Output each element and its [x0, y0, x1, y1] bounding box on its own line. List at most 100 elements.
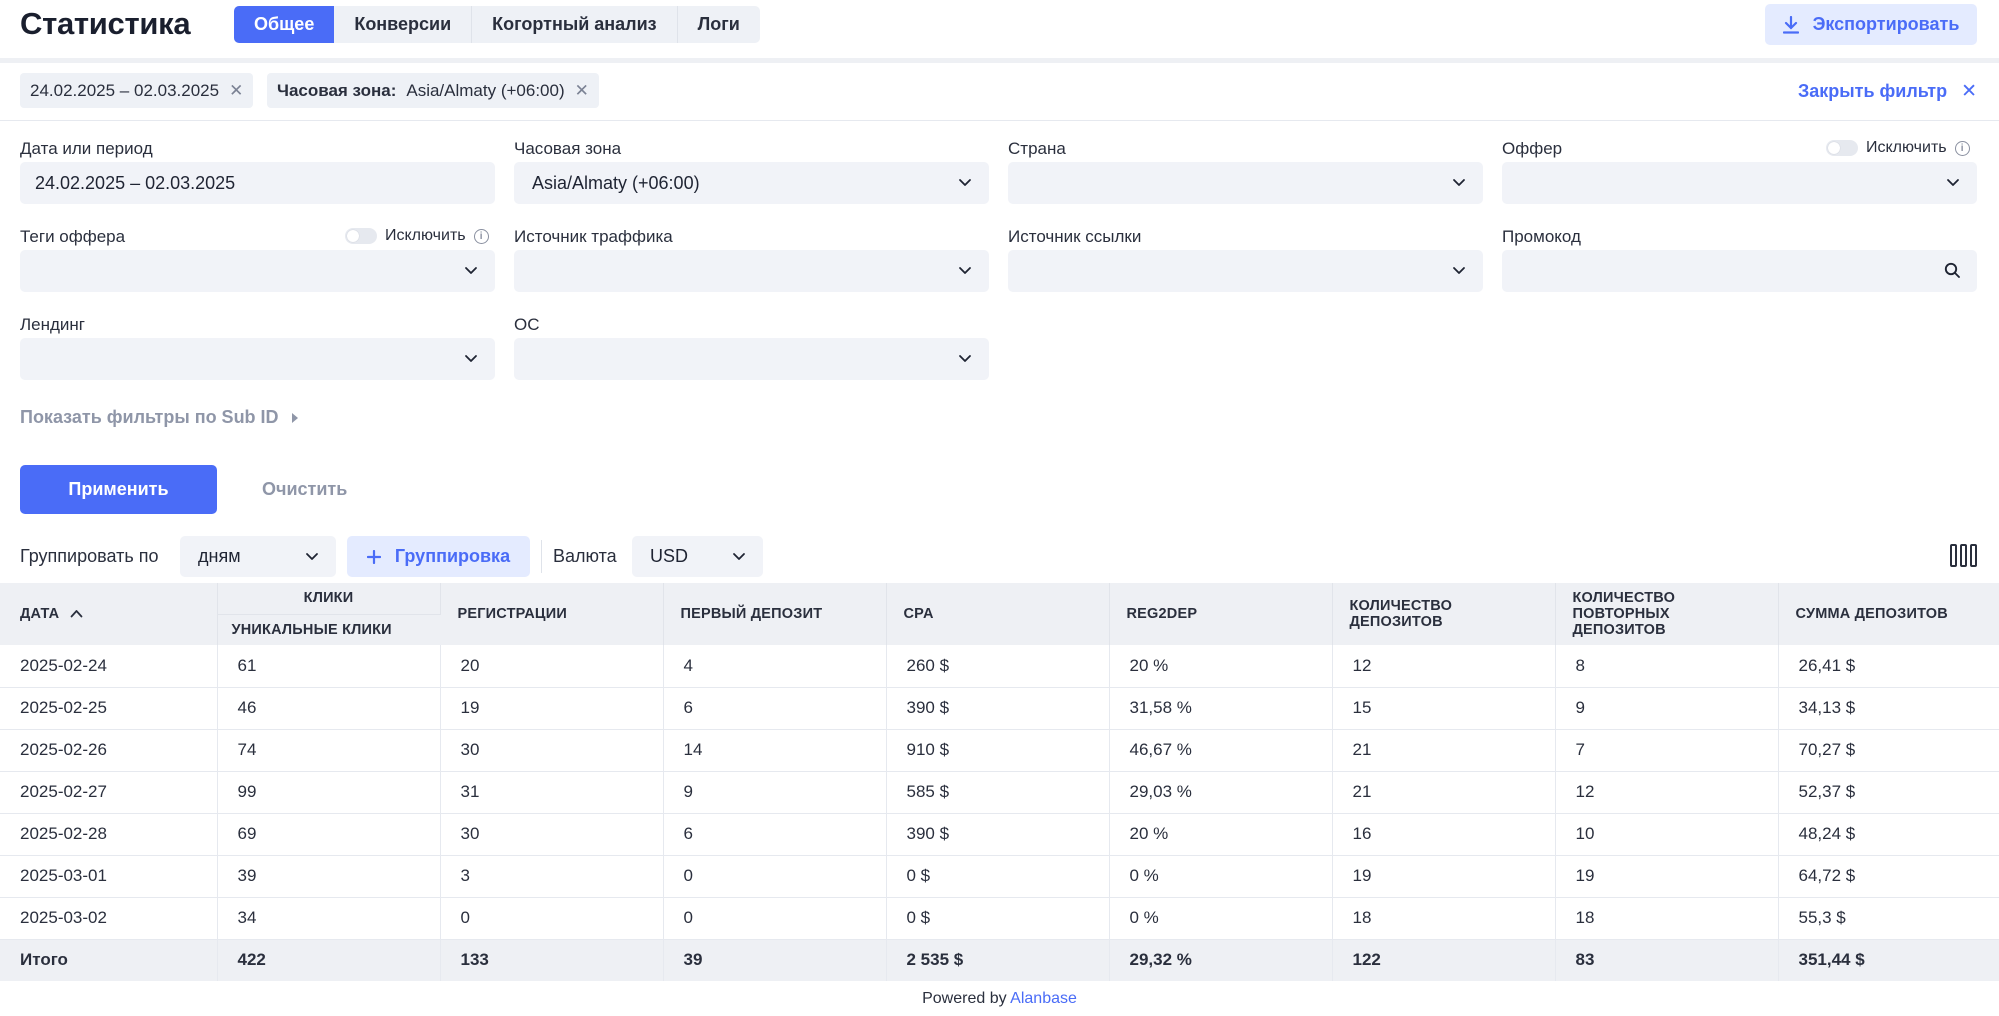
exclude-label: Исключить [385, 227, 466, 244]
column-header-reg2dep[interactable]: REG2DEP [1109, 583, 1333, 645]
timezone-select[interactable]: Asia/Almaty (+06:00) [514, 162, 989, 204]
table-cell: 260 $ [886, 645, 1110, 688]
column-header-first-deposit[interactable]: ПЕРВЫЙ ДЕПОЗИТ [663, 583, 887, 645]
close-icon[interactable]: ✕ [575, 81, 589, 101]
tab-cohort-analysis[interactable]: Когортный анализ [472, 6, 678, 43]
caret-right-icon [291, 412, 298, 423]
period-chip: 24.02.2025 – 02.03.2025 ✕ [20, 73, 254, 108]
chevron-down-icon [733, 553, 745, 560]
table-row: 2025-02-25 46 19 6 390 $31,58 % 15 9 34,13 $ [0, 687, 1999, 730]
toggle-switch[interactable] [1826, 140, 1858, 156]
table-cell: 910 $ [886, 729, 1110, 772]
table-cell: 48,24 $ [1778, 813, 1999, 856]
column-header-deposits-count[interactable]: КОЛИЧЕСТВО ДЕПОЗИТОВ [1332, 583, 1556, 645]
table-cell: 19 [1332, 855, 1556, 898]
table-cell: 46 [217, 687, 441, 730]
table-cell: 12 [1332, 645, 1556, 688]
table-cell: 99 [217, 771, 441, 814]
traffic-source-select[interactable] [514, 250, 989, 292]
table-cell: 64,72 $ [1778, 855, 1999, 898]
column-header-cpa[interactable]: CPA [886, 583, 1110, 645]
date-header-label: ДАТА [20, 606, 60, 622]
table-cell: 2025-02-25 [0, 687, 218, 730]
table-cell: 83 [1555, 939, 1779, 981]
column-header-clicks[interactable]: КЛИКИ [217, 583, 441, 615]
tab-logs[interactable]: Логи [678, 6, 760, 43]
top-header: Статистика Общее Конверсии Когортный ана… [0, 0, 1999, 58]
clear-button[interactable]: Очистить [262, 479, 347, 500]
table-cell: 20 [440, 645, 664, 688]
offer-tags-select[interactable] [20, 250, 495, 292]
table-cell: 16 [1332, 813, 1556, 856]
column-header-registrations[interactable]: РЕГИСТРАЦИИ [440, 583, 664, 645]
group-by-value: дням [198, 546, 241, 566]
offer-select[interactable] [1502, 162, 1977, 204]
divider [541, 540, 542, 573]
table-cell: 30 [440, 729, 664, 772]
table-cell: 39 [663, 939, 887, 981]
timezone-select-value: Asia/Almaty (+06:00) [532, 172, 700, 193]
promo-input[interactable] [1502, 250, 1977, 292]
toggle-switch[interactable] [345, 228, 377, 244]
info-icon: i [1954, 140, 1970, 156]
table-cell: 0 [663, 897, 887, 940]
table-cell: 133 [440, 939, 664, 981]
period-chip-value: 24.02.2025 – 02.03.2025 [30, 80, 220, 100]
link-source-select[interactable] [1008, 250, 1483, 292]
offer-tags-exclude-toggle[interactable]: Исключить i [345, 227, 489, 245]
exclude-label: Исключить [1866, 139, 1947, 156]
table-cell: 2025-02-28 [0, 813, 218, 856]
close-icon[interactable]: ✕ [229, 81, 243, 101]
table-cell: 30 [440, 813, 664, 856]
table-row: 2025-02-27 99 31 9 585 $29,03 % 21 12 52,37 $ [0, 771, 1999, 814]
divider [0, 120, 1999, 121]
table-cell: 422 [217, 939, 441, 981]
currency-value: USD [650, 546, 689, 566]
close-filter-button[interactable]: Закрыть фильтр ✕ [1798, 80, 1977, 103]
landing-select[interactable] [20, 338, 495, 380]
column-header-deposits-sum[interactable]: СУММА ДЕПОЗИТОВ [1778, 583, 1999, 645]
tab-conversions[interactable]: Конверсии [334, 6, 473, 43]
chevron-down-icon [465, 267, 477, 274]
show-subid-filters-link[interactable]: Показать фильтры по Sub ID [20, 407, 299, 428]
traffic-source-label: Источник траффика [514, 227, 673, 246]
total-row: Итого 422 133 39 2 535 $29,32 % 122 83 351,44 $ [0, 939, 1999, 981]
group-by-select[interactable]: дням [180, 536, 336, 577]
table-cell: 31,58 % [1109, 687, 1333, 730]
page-title: Статистика [20, 6, 191, 41]
table-cell: 15 [1332, 687, 1556, 730]
columns-icon[interactable] [1950, 544, 1977, 567]
date-field[interactable]: 24.02.2025 – 02.03.2025 [20, 162, 495, 204]
export-label: Экспортировать [1812, 14, 1960, 34]
table-cell: 4 [663, 645, 887, 688]
table-cell: 0 $ [886, 897, 1110, 940]
table-cell: 21 [1332, 771, 1556, 814]
table-cell: 70,27 $ [1778, 729, 1999, 772]
table-cell: 122 [1332, 939, 1556, 981]
column-header-repeat-deposits[interactable]: КОЛИЧЕСТВО ПОВТОРНЫХ ДЕПОЗИТОВ [1555, 583, 1779, 645]
table-cell: 18 [1555, 897, 1779, 940]
table-row: 2025-02-28 69 30 6 390 $20 % 16 10 48,24 $ [0, 813, 1999, 856]
table-cell: Итого [0, 939, 218, 981]
apply-button[interactable]: Применить [20, 465, 217, 514]
alanbase-link[interactable]: Alanbase [1010, 990, 1077, 1007]
link-source-label: Источник ссылки [1008, 227, 1142, 246]
tab-general[interactable]: Общее [234, 6, 335, 43]
close-icon: ✕ [1961, 81, 1977, 102]
header-divider [0, 58, 1999, 63]
os-select[interactable] [514, 338, 989, 380]
table-cell: 2025-02-27 [0, 771, 218, 814]
offer-label: Оффер [1502, 139, 1563, 158]
search-icon[interactable] [1944, 262, 1961, 279]
table-cell: 6 [663, 687, 887, 730]
table-cell: 19 [1555, 855, 1779, 898]
column-header-unique-clicks[interactable]: УНИКАЛЬНЫЕ КЛИКИ [217, 614, 440, 645]
currency-select[interactable]: USD [632, 536, 763, 577]
plus-icon [366, 549, 381, 564]
table-cell: 3 [440, 855, 664, 898]
export-button[interactable]: Экспортировать [1765, 4, 1977, 45]
add-grouping-button[interactable]: Группировка [347, 536, 530, 577]
country-select[interactable] [1008, 162, 1483, 204]
column-header-date[interactable]: ДАТА [0, 583, 218, 645]
offer-exclude-toggle[interactable]: Исключить i [1826, 139, 1970, 157]
